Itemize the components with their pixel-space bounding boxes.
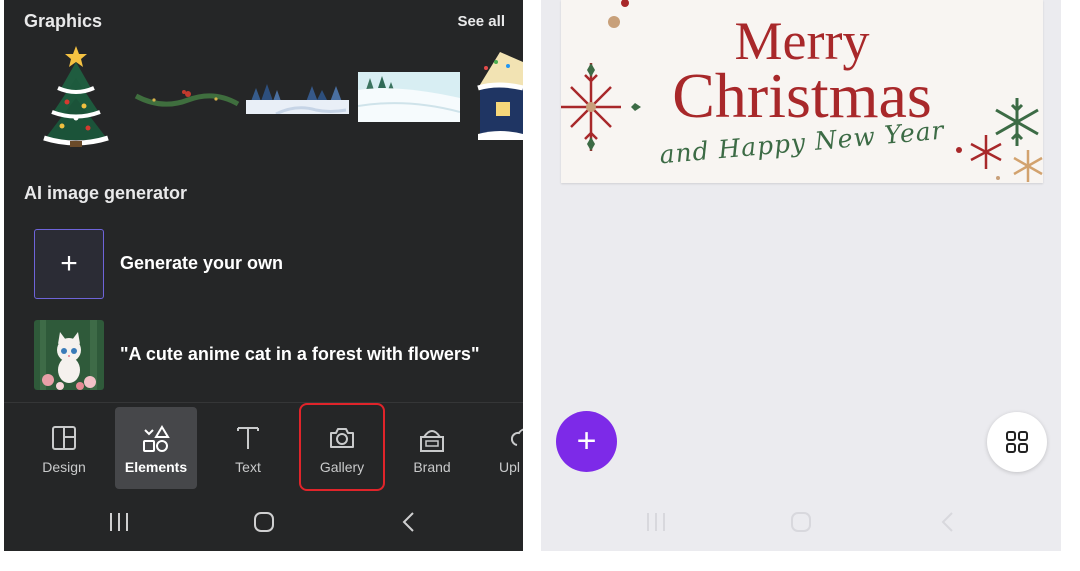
graphics-row [4,42,523,152]
tab-brand[interactable]: Brand [391,407,473,489]
back-icon[interactable] [400,511,418,538]
graphics-section-title: Graphics [24,11,103,31]
ai-prompt-label: "A cute anime cat in a forest with flowe… [120,344,480,364]
text-icon [207,425,289,453]
brand-icon [391,425,473,453]
recent-apps-icon[interactable] [108,511,130,538]
elements-panel: Graphics See all AI image generator + Ge… [4,0,523,551]
tab-gallery-label: Gallery [319,459,365,475]
recent-apps-icon[interactable] [645,511,667,538]
tab-elements-label: Elements [124,459,188,475]
tab-text[interactable]: Text [207,407,289,489]
graphic-christmas-tree[interactable] [32,44,114,150]
cloud-icon [483,425,523,453]
tab-brand-label: Brand [413,459,451,475]
generate-your-own-label: Generate your own [120,253,284,273]
system-nav-bar-right [541,495,1061,551]
ai-generator-title: AI image generator [24,183,188,203]
grid-icon [1006,431,1028,453]
add-button[interactable]: + [556,411,617,472]
tab-uploads-label: Upl [499,459,521,475]
ai-prompt-suggestion-row[interactable]: "A cute anime cat in a forest with flowe… [34,320,514,390]
home-icon[interactable] [253,511,275,538]
pages-grid-button[interactable] [987,412,1047,472]
layout-icon [23,425,105,453]
home-icon[interactable] [790,511,812,538]
tab-elements[interactable]: Elements [115,407,197,489]
shapes-icon [115,425,197,453]
tab-design-label: Design [42,459,86,475]
tab-uploads[interactable]: Upl [483,407,523,489]
anime-cat-thumbnail[interactable] [34,320,104,390]
graphic-snowy-field[interactable] [357,72,461,122]
graphic-garland[interactable] [134,82,240,110]
see-all-link[interactable]: See all [457,13,505,30]
bottom-tab-bar: Design Elements Text Gallery Brand Upl [4,402,523,495]
tab-gallery[interactable]: Gallery [299,403,385,491]
editor-canvas-area: Merry Christmas and Happy New Year + [541,0,1061,551]
christmas-card-design[interactable]: Merry Christmas and Happy New Year [561,0,1043,183]
tab-design[interactable]: Design [23,407,105,489]
tab-text-label: Text [235,459,261,475]
system-nav-bar [4,495,523,551]
screen: Graphics See all AI image generator + Ge… [0,0,1080,571]
back-icon[interactable] [939,511,957,538]
generate-your-own-row[interactable]: + Generate your own [34,229,514,299]
camera-icon [301,425,383,453]
graphic-winter-landscape[interactable] [246,80,349,116]
graphic-gingerbread-house[interactable] [474,48,523,148]
plus-icon[interactable]: + [34,229,104,299]
